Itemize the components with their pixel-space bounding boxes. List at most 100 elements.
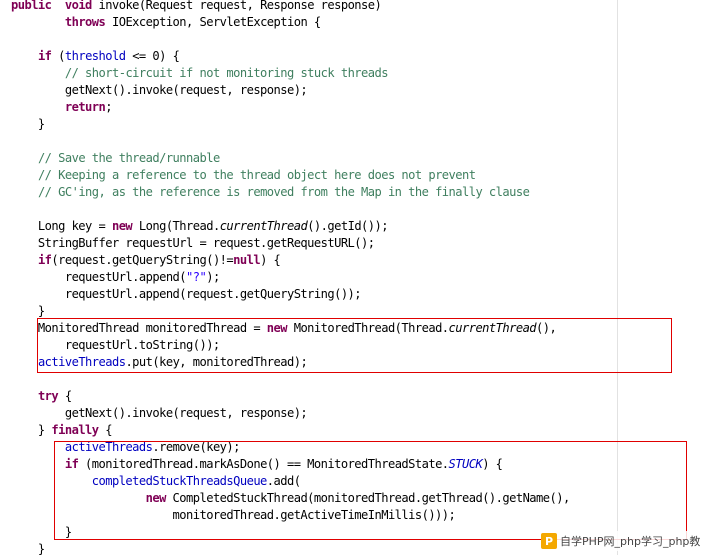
code-token: monitoredThread.getActiveTimeInMillis())…	[11, 508, 455, 522]
code-token: activeThreads	[65, 440, 153, 454]
code-token: MonitoredThread monitoredThread =	[11, 321, 267, 335]
code-token: ) {	[482, 457, 502, 471]
code-line[interactable]: Long key = new Long(Thread.currentThread…	[11, 218, 388, 235]
code-token	[11, 49, 38, 63]
watermark: P 自学PHP网_php学习_php教	[541, 531, 704, 551]
print-margin-line	[617, 0, 618, 555]
code-line[interactable]: requestUrl.append(request.getQueryString…	[11, 286, 361, 303]
code-line[interactable]: monitoredThread.getActiveTimeInMillis())…	[11, 507, 455, 524]
code-token: new	[267, 321, 287, 335]
code-token: requestUrl.append(request.getQueryString…	[11, 287, 361, 301]
code-token: void	[65, 0, 92, 12]
code-token: StringBuffer requestUrl = request.getReq…	[11, 236, 374, 250]
code-line[interactable]: }	[11, 303, 45, 320]
code-line[interactable]: new CompletedStuckThread(monitoredThread…	[11, 490, 570, 507]
code-token: throws	[65, 15, 105, 29]
code-token: <= 0) {	[125, 49, 179, 63]
code-line[interactable]: if (threshold <= 0) {	[11, 48, 179, 65]
code-token: }	[11, 304, 45, 318]
watermark-text: 自学PHP网_php学习_php教	[560, 533, 700, 549]
code-line[interactable]: }	[11, 524, 72, 541]
code-line[interactable]: MonitoredThread monitoredThread = new Mo…	[11, 320, 556, 337]
code-token: STUCK	[449, 457, 483, 471]
code-token: getNext().invoke(request, response);	[11, 83, 307, 97]
code-token: IOException, ServletException {	[105, 15, 320, 29]
code-line[interactable]: } finally {	[11, 422, 112, 439]
code-token	[11, 389, 38, 403]
code-token	[11, 66, 65, 80]
code-token: }	[11, 525, 72, 539]
code-token: Long key =	[11, 219, 112, 233]
code-token: threshold	[65, 49, 126, 63]
code-token: (	[51, 49, 64, 63]
code-token: getNext().invoke(request, response);	[11, 406, 307, 420]
code-token	[11, 100, 65, 114]
code-token: finally	[51, 423, 98, 437]
code-token: ().getId());	[307, 219, 388, 233]
code-line[interactable]: try {	[11, 388, 72, 405]
code-token: currentThread	[220, 219, 308, 233]
code-line[interactable]: }	[11, 541, 45, 558]
code-token	[11, 15, 65, 29]
code-token: // Keeping a reference to the thread obj…	[38, 168, 476, 182]
code-token: completedStuckThreadsQueue	[92, 474, 267, 488]
code-token: .add(	[267, 474, 301, 488]
code-line[interactable]: activeThreads.put(key, monitoredThread);	[11, 354, 307, 371]
code-line[interactable]: activeThreads.remove(key);	[11, 439, 240, 456]
code-token: activeThreads	[38, 355, 126, 369]
code-token: requestUrl.toString());	[11, 338, 220, 352]
code-line[interactable]: return;	[11, 99, 112, 116]
code-token	[11, 474, 92, 488]
code-token: public	[11, 0, 51, 12]
code-token: CompletedStuckThread(monitoredThread.get…	[166, 491, 570, 505]
code-token: null	[233, 253, 260, 267]
code-token: new	[146, 491, 166, 505]
code-token	[11, 355, 38, 369]
code-token	[11, 457, 65, 471]
code-token: "?"	[186, 270, 206, 284]
code-token: return	[65, 100, 105, 114]
code-token: .put(key, monitoredThread);	[125, 355, 307, 369]
code-line[interactable]: // Keeping a reference to the thread obj…	[11, 167, 475, 184]
code-token: // GC'ing, as the reference is removed f…	[38, 185, 529, 199]
code-token	[11, 491, 146, 505]
code-line[interactable]: StringBuffer requestUrl = request.getReq…	[11, 235, 374, 252]
code-token	[11, 185, 38, 199]
code-token: invoke(Request request, Response respons…	[92, 0, 381, 12]
code-token: }	[11, 117, 45, 131]
code-token: if	[38, 49, 51, 63]
code-token: {	[99, 423, 112, 437]
code-token: (monitoredThread.markAsDone() == Monitor…	[78, 457, 448, 471]
code-line[interactable]: // GC'ing, as the reference is removed f…	[11, 184, 529, 201]
code-line[interactable]: completedStuckThreadsQueue.add(	[11, 473, 300, 490]
code-line[interactable]: public void invoke(Request request, Resp…	[11, 0, 381, 14]
code-token: ;	[105, 100, 112, 114]
code-token: currentThread	[449, 321, 537, 335]
code-line[interactable]: getNext().invoke(request, response);	[11, 82, 307, 99]
code-token: if	[38, 253, 51, 267]
code-token	[51, 0, 64, 12]
code-line[interactable]: requestUrl.append("?");	[11, 269, 220, 286]
code-line[interactable]: // Save the thread/runnable	[11, 150, 220, 167]
code-token: );	[206, 270, 219, 284]
code-editor[interactable]: public void invoke(Request request, Resp…	[0, 0, 710, 555]
code-token: try	[38, 389, 58, 403]
code-token: }	[11, 542, 45, 556]
code-line[interactable]: if(request.getQueryString()!=null) {	[11, 252, 280, 269]
code-token: MonitoredThread(Thread.	[287, 321, 449, 335]
code-token: Long(Thread.	[132, 219, 220, 233]
code-token	[11, 440, 65, 454]
code-token: // short-circuit if not monitoring stuck…	[65, 66, 388, 80]
code-token: new	[112, 219, 132, 233]
watermark-logo: P	[541, 533, 557, 549]
code-token: ) {	[260, 253, 280, 267]
code-line[interactable]: getNext().invoke(request, response);	[11, 405, 307, 422]
code-token: {	[58, 389, 71, 403]
code-line[interactable]: requestUrl.toString());	[11, 337, 220, 354]
code-token: (),	[536, 321, 556, 335]
code-line[interactable]: // short-circuit if not monitoring stuck…	[11, 65, 388, 82]
code-line[interactable]: throws IOException, ServletException {	[11, 14, 321, 31]
code-token: .remove(key);	[152, 440, 240, 454]
code-line[interactable]: }	[11, 116, 45, 133]
code-line[interactable]: if (monitoredThread.markAsDone() == Moni…	[11, 456, 502, 473]
